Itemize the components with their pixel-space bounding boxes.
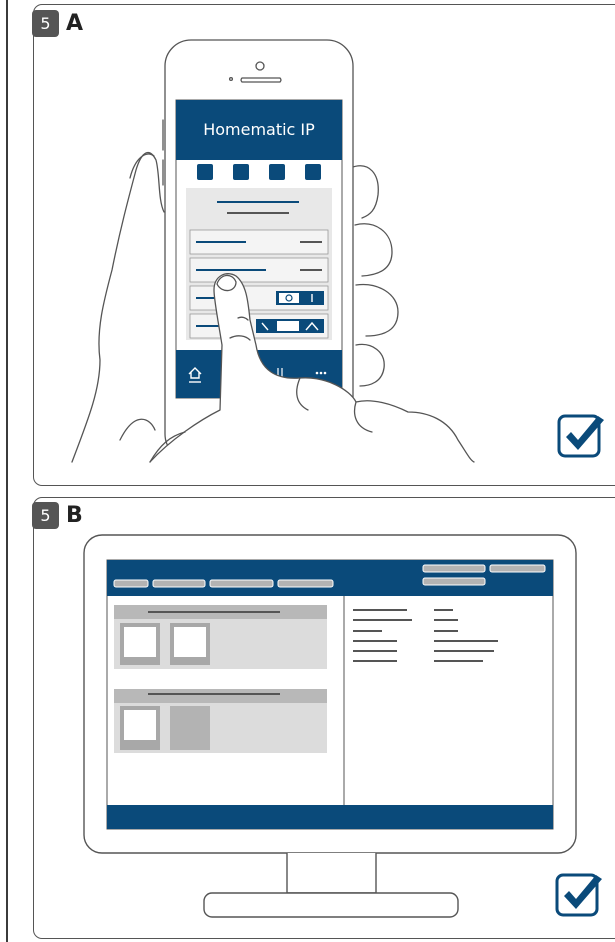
checkbox-checked-icon	[557, 414, 604, 458]
header-button-2[interactable]	[489, 564, 546, 573]
app-tile-3[interactable]	[269, 164, 285, 180]
monitor-foot	[203, 892, 459, 918]
phone-screen: Homematic IP	[175, 99, 343, 399]
device-card-2-header	[114, 689, 327, 703]
illustration: Homematic IP	[71, 39, 604, 918]
menu-button-3[interactable]	[209, 579, 274, 588]
device-tile-4[interactable]	[170, 706, 210, 750]
left-hand-outline	[71, 151, 165, 463]
menu-button-1[interactable]	[113, 579, 149, 588]
app-title: Homematic IP	[203, 120, 315, 139]
monitor-neck	[286, 853, 377, 894]
header-button-3[interactable]	[422, 577, 486, 586]
chevron-up-icon[interactable]	[256, 319, 324, 333]
header-button-1[interactable]	[422, 564, 486, 573]
app-tile-2[interactable]	[233, 164, 249, 180]
checkbox-checked-icon	[555, 873, 602, 917]
app-tile-1[interactable]	[197, 164, 213, 180]
monitor-illustration	[83, 534, 577, 918]
on-off-toggle-icon[interactable]	[276, 291, 324, 305]
left-hand-finger	[129, 153, 155, 179]
menu-button-2[interactable]	[152, 579, 206, 588]
webui-top-bar	[107, 560, 553, 596]
right-hand-fingers	[349, 165, 399, 387]
menu-button-4[interactable]	[277, 579, 334, 588]
app-tile-4[interactable]	[305, 164, 321, 180]
webui-bottom-bar	[107, 805, 553, 829]
